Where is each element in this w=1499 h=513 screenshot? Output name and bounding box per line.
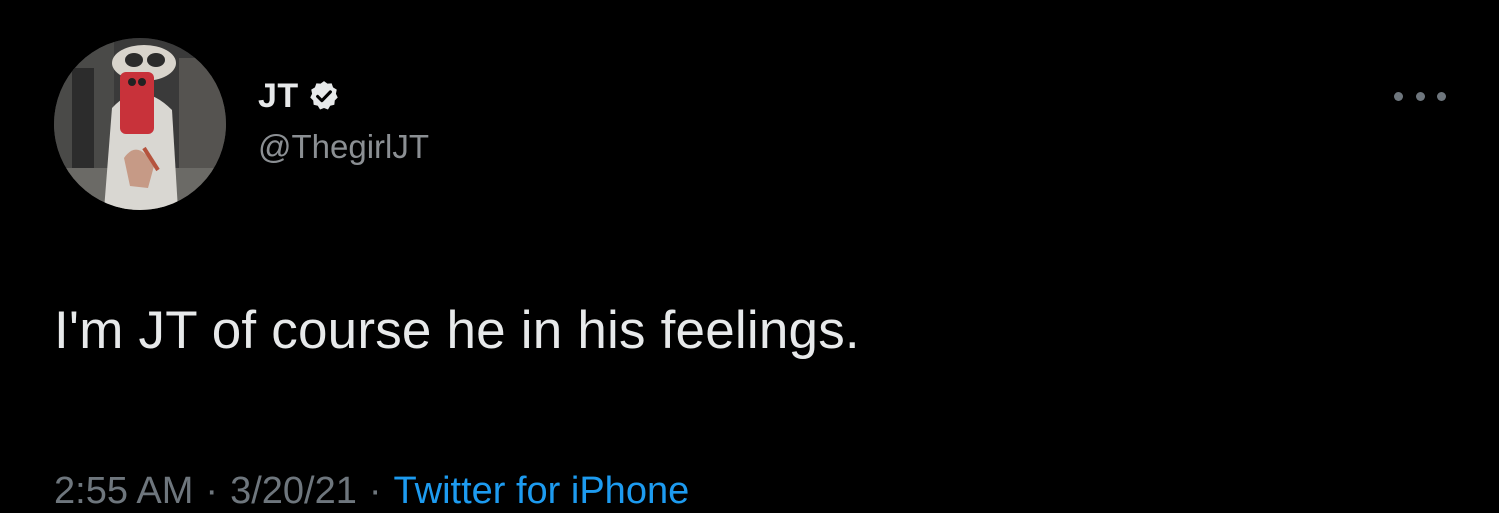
tweet-text: I'm JT of course he in his feelings. xyxy=(54,301,860,360)
author-avatar[interactable] xyxy=(54,38,226,210)
tweet-card: JT @ThegirlJT I'm JT of course he in his… xyxy=(0,0,1499,512)
meta-separator: · xyxy=(368,470,382,512)
author-display-name[interactable]: JT xyxy=(258,77,299,116)
tweet-meta: 2:55 AM · 3/20/21 · Twitter for iPhone xyxy=(54,470,689,513)
more-dot xyxy=(1415,91,1425,101)
more-dot xyxy=(1394,91,1403,101)
author-names: JT @ThegirlJT xyxy=(258,76,429,166)
display-name-row: JT xyxy=(258,76,429,116)
tweet-date[interactable]: 3/20/21 xyxy=(230,470,357,512)
meta-separator: · xyxy=(205,470,219,512)
tweet-time[interactable]: 2:55 AM xyxy=(54,470,193,512)
verified-badge-icon xyxy=(307,79,341,113)
more-options-icon[interactable] xyxy=(1394,84,1446,108)
author-handle[interactable]: @ThegirlJT xyxy=(258,128,429,166)
more-dot xyxy=(1437,91,1446,101)
tweet-source-link[interactable]: Twitter for iPhone xyxy=(394,470,690,512)
